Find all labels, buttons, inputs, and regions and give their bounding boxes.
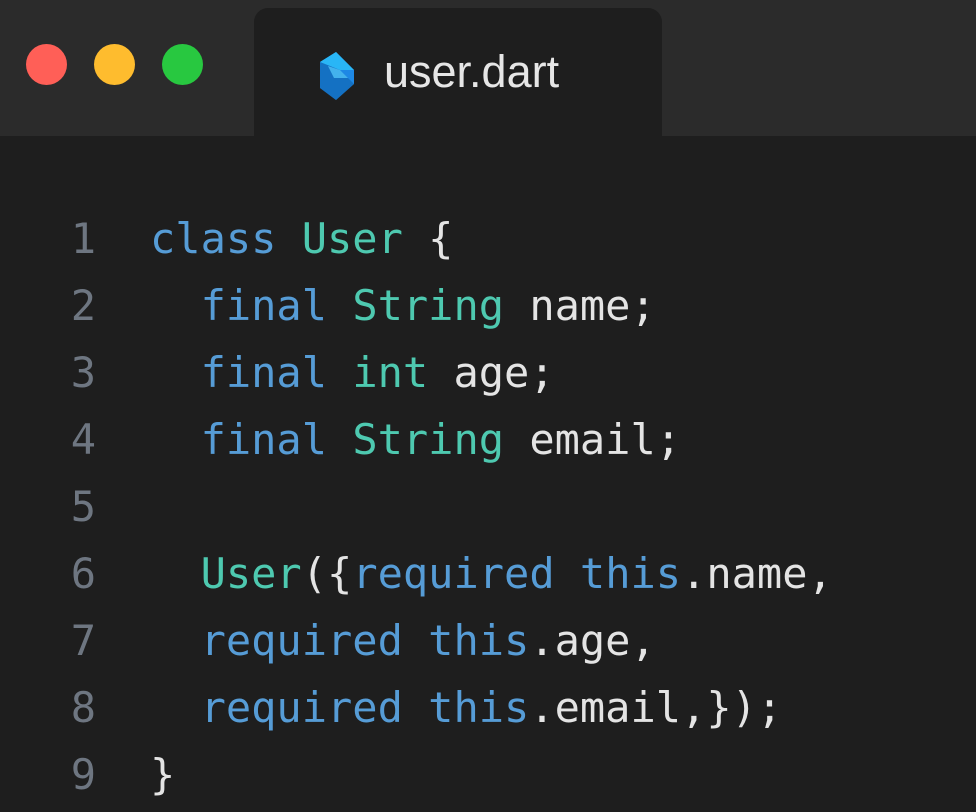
code-token: int	[352, 348, 429, 397]
code-editor[interactable]: 1 class User {2 final String name; 3 final…	[0, 205, 976, 808]
code-line[interactable]: 2 final String name;	[0, 272, 976, 339]
code-line[interactable]: 1 class User {	[0, 205, 976, 272]
code-text: final int age;	[150, 339, 555, 406]
code-token: final	[200, 348, 328, 397]
line-number: 4	[70, 415, 96, 464]
code-token: required	[200, 616, 403, 665]
line-number: 2	[70, 281, 96, 330]
code-token: required	[200, 683, 403, 732]
code-token: this	[428, 616, 530, 665]
dart-logo-icon	[310, 50, 362, 102]
line-number: 5	[70, 482, 96, 531]
code-token: String	[352, 415, 505, 464]
code-line[interactable]: 4 final String email;	[0, 406, 976, 473]
code-line[interactable]: 6 User({required this.name,	[0, 540, 976, 607]
code-line[interactable]: 7 required this.age,	[0, 607, 976, 674]
tab-filename: user.dart	[384, 46, 560, 97]
file-tab[interactable]: user.dart	[254, 8, 662, 148]
code-token: final	[200, 415, 328, 464]
code-token: required	[352, 549, 555, 598]
code-token: String	[352, 281, 505, 330]
code-text: final String email;	[150, 406, 681, 473]
code-token: this	[428, 683, 530, 732]
code-line[interactable]: 8 required this.email,});	[0, 674, 976, 741]
code-token: User	[301, 214, 403, 263]
maximize-window-button[interactable]	[162, 44, 203, 85]
code-text: }	[150, 741, 175, 808]
line-number: 7	[70, 616, 96, 665]
line-number: 8	[70, 683, 96, 732]
code-token: class	[150, 214, 277, 263]
code-token: .name,	[681, 549, 833, 598]
code-line[interactable]: 3 final int age;	[0, 339, 976, 406]
line-number: 3	[70, 348, 96, 397]
code-line[interactable]: 5	[0, 473, 976, 540]
code-token: final	[200, 281, 328, 330]
code-token: this	[579, 549, 682, 598]
code-text: final String name;	[150, 272, 656, 339]
window-controls	[26, 44, 203, 85]
code-text: class User {	[150, 205, 453, 272]
code-token: }	[150, 750, 176, 799]
code-text: required this.age,	[150, 607, 656, 674]
line-number: 9	[70, 750, 96, 799]
code-token: .age,	[529, 616, 656, 665]
code-token: name;	[504, 281, 656, 330]
code-token: age;	[428, 348, 555, 397]
minimize-window-button[interactable]	[94, 44, 135, 85]
code-token: email;	[504, 415, 682, 464]
editor-window: user.dart 1 class User {2 final String na…	[0, 0, 976, 812]
line-number: 1	[70, 214, 96, 263]
code-text: required this.email,});	[150, 674, 783, 741]
close-window-button[interactable]	[26, 44, 67, 85]
code-token: ({	[301, 549, 353, 598]
code-token: .email,});	[529, 683, 783, 732]
code-token: {	[402, 214, 454, 263]
code-line[interactable]: 9}	[0, 741, 976, 808]
code-token: User	[200, 549, 302, 598]
code-text: User({required this.name,	[150, 540, 833, 607]
line-number: 6	[70, 549, 96, 598]
